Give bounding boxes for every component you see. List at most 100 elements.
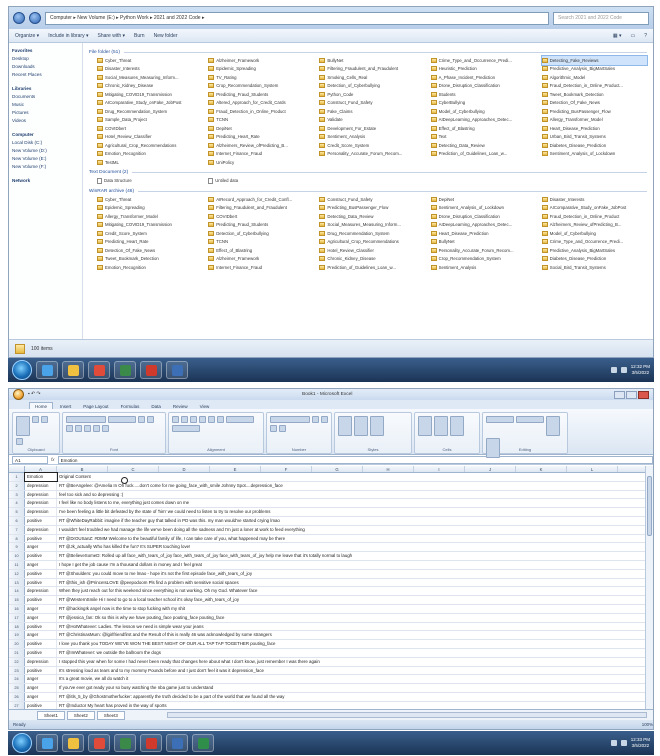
folders-item[interactable]: Students (430, 90, 536, 99)
taskbar-app-explorer[interactable] (62, 734, 84, 752)
archives-item[interactable]: Sentiment_Analysis (430, 263, 536, 272)
burn-button[interactable]: Burn (134, 33, 145, 39)
folders-item[interactable]: COVIDbert (97, 124, 202, 133)
ribbon-button[interactable] (16, 438, 23, 445)
folders-item[interactable]: Disaster_Interests (97, 65, 202, 74)
ribbon-button[interactable] (108, 416, 136, 423)
row-number[interactable]: 7 (9, 525, 25, 534)
address-bar[interactable]: Computer ▸ New Volume (E:) ▸ Python Work… (45, 11, 549, 25)
archives-item[interactable]: Construct_Fund_Safety (319, 195, 424, 204)
folders-item[interactable]: Social_Measures_Measuring_Inform... (97, 73, 202, 82)
emotion-cell[interactable]: depression (25, 490, 57, 499)
row-number[interactable]: 21 (9, 648, 25, 657)
archives-item[interactable]: Drone_Disruption_Classification (430, 212, 536, 221)
tab-insert[interactable]: Insert (55, 403, 76, 409)
folders-item[interactable]: Hotel_Review_Classifier (97, 133, 202, 142)
forward-button[interactable] (29, 12, 41, 24)
content-cell[interactable]: feel too sick and so depressing :( (57, 491, 653, 499)
content-cell[interactable]: RT @ImWhatever: we outside the ballroom … (57, 649, 653, 657)
folders-item[interactable]: Predicting_Heart_Rate (208, 133, 313, 142)
archives-item[interactable]: TCNN (208, 238, 313, 247)
ribbon-button[interactable] (66, 416, 106, 423)
taskbar-app-pdf[interactable] (140, 361, 162, 379)
ribbon-button[interactable] (138, 416, 145, 423)
ribbon-button[interactable] (486, 416, 514, 423)
nav-item[interactable]: New Volume (E:) (12, 155, 79, 163)
row-number[interactable]: 24 (9, 675, 25, 684)
archives-item[interactable]: COVIDbert (208, 212, 313, 221)
archives-item[interactable]: Chronic_Kidney_Disease (319, 255, 424, 264)
archives-item[interactable]: Sentiment_Analysis_of_Lockdown (430, 204, 536, 213)
ribbon-button[interactable] (270, 425, 277, 432)
sheet-tab-1[interactable]: Sheet1 (37, 710, 65, 720)
folders-item[interactable]: Fraud_Detection_in_Online_Product... (541, 82, 647, 91)
row-number[interactable]: 23 (9, 666, 25, 675)
ribbon-button[interactable] (181, 416, 188, 423)
archives-item[interactable]: AIComparative_Study_onFake_JobPost (541, 204, 647, 213)
sheet-tab-3[interactable]: Sheet3 (96, 710, 125, 720)
row-number[interactable]: 26 (9, 692, 25, 701)
folders-item[interactable]: CyberBullying (430, 99, 536, 108)
archives-item[interactable]: DepiNet (430, 195, 536, 204)
archives-item[interactable]: Hotel_Review_Classifier (319, 246, 424, 255)
archives-item[interactable]: Allergy_Transformer_Model (97, 212, 202, 221)
nav-item[interactable]: Music (12, 101, 79, 109)
ribbon-button[interactable] (546, 416, 560, 436)
archives-item[interactable]: Model_of_Cyberbullying (541, 229, 647, 238)
folders-item[interactable]: Fraud_Detection_in_Online_Product (208, 107, 313, 116)
folders-item[interactable]: TCNN (208, 116, 313, 125)
folders-item[interactable]: Cyber_Threat (97, 56, 202, 65)
clock[interactable]: 12:33 PM 3/5/2022 (631, 737, 650, 749)
folders-item[interactable]: Crop_Recommendation_System (208, 82, 313, 91)
folders-item[interactable]: Allergy_Transformer_Model (541, 116, 647, 125)
taskbar-app-python[interactable] (166, 734, 188, 752)
ribbon-button[interactable] (102, 425, 109, 432)
row-number[interactable]: 4 (9, 499, 25, 508)
archives-item[interactable]: Predicting_Heart_Rate (97, 238, 202, 247)
row-number[interactable]: 17 (9, 613, 25, 622)
emotion-cell[interactable]: positive (25, 569, 57, 578)
docs-item[interactable]: Untiled data (208, 177, 313, 186)
content-cell[interactable]: RT @DrOUSanZ: #DMM Welcome to the beauti… (57, 535, 653, 543)
start-button[interactable] (12, 360, 32, 380)
tab-data[interactable]: Data (146, 403, 166, 409)
folders-item[interactable]: Filtering_Fraudulent_and_Fraudulent (319, 65, 424, 74)
folders-item[interactable]: Credit_Score_System (319, 141, 424, 150)
archives-item[interactable]: Crop_Recommendation_System (430, 255, 536, 264)
taskbar-app-media[interactable] (114, 361, 136, 379)
folders-item[interactable]: Drone_Disruption_Classification (430, 82, 536, 91)
ribbon-button[interactable] (270, 416, 310, 423)
emotion-cell[interactable]: positive (25, 648, 57, 657)
tab-home[interactable]: Home (29, 402, 54, 409)
tab-review[interactable]: Review (168, 403, 193, 409)
folders-item[interactable]: Algorithmic_Model (541, 73, 647, 82)
archives-item[interactable]: Effect_of_Blastring (208, 246, 313, 255)
archives-item[interactable]: Alzheimer_Framework (208, 255, 313, 264)
nav-item[interactable]: New Volume (D:) (12, 147, 79, 155)
ribbon-button[interactable] (172, 416, 179, 423)
content-cell[interactable]: RT @hackingIk angel now is the time to s… (57, 605, 653, 613)
taskbar-app-ie[interactable] (36, 734, 58, 752)
archives-item[interactable]: Personality_Accurate_Forum_Recom... (430, 246, 536, 255)
row-number[interactable]: 1 (9, 473, 25, 481)
emotion-cell[interactable]: anger (25, 613, 57, 622)
column-header[interactable]: E (210, 466, 261, 472)
archives-item[interactable]: Alzheimers_Review_ofPredicting_B... (541, 221, 647, 230)
archives-item[interactable]: Crime_Type_and_Occurrence_Predi... (541, 238, 647, 247)
folders-item[interactable]: Drug_Recommendation_System (97, 107, 202, 116)
nav-item[interactable]: Libraries (12, 85, 79, 93)
emotion-cell[interactable]: depression (25, 499, 57, 508)
folders-item[interactable]: Effect_of_Blastring (430, 124, 536, 133)
content-cell[interactable]: I feel like no body listens to me, every… (57, 499, 653, 507)
archives-item[interactable]: Detection_Of_Fake_News (97, 246, 202, 255)
ribbon-button[interactable] (338, 416, 352, 436)
content-cell[interactable]: I stopped this year when for some I had … (57, 658, 653, 666)
folders-item[interactable]: Sentiment_Analysis_of_Lockdown (541, 150, 647, 159)
help-icon[interactable]: ? (644, 33, 647, 39)
taskbar-app-ie[interactable] (36, 361, 58, 379)
ribbon-button[interactable] (354, 416, 368, 436)
archives-item[interactable]: Drug_Recommendation_System (319, 229, 424, 238)
content-cell[interactable]: I wouldn't feel troubled we had manage t… (57, 526, 653, 534)
archives-item[interactable]: Disaster_Interests (541, 195, 647, 204)
folders-item[interactable]: A_Phase_Incident_Prediction (430, 73, 536, 82)
